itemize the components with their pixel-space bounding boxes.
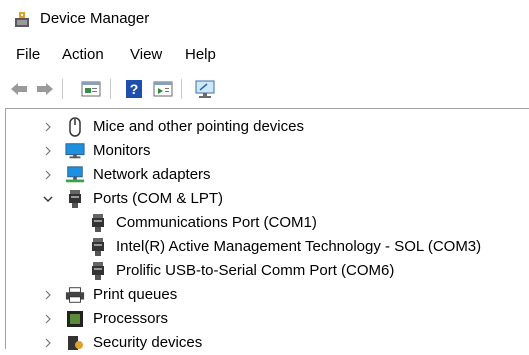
toolbar-separator: [181, 79, 182, 99]
tree-child-com1[interactable]: Communications Port (COM1): [88, 211, 317, 235]
tree-item-print-queues[interactable]: Print queues: [42, 283, 177, 307]
tree-item-label: Monitors: [93, 142, 151, 159]
tree-item-network-adapters[interactable]: Network adapters: [42, 163, 211, 187]
chevron-down-icon[interactable]: [42, 193, 54, 205]
tree-item-label: Security devices: [93, 334, 203, 351]
chevron-right-icon[interactable]: [42, 337, 54, 349]
toolbar: ?: [0, 74, 529, 106]
tree-item-label: Intel(R) Active Management Technology - …: [116, 238, 482, 255]
port-icon: [88, 213, 108, 233]
window-title: Device Manager: [40, 10, 150, 27]
port-icon: [65, 189, 85, 209]
device-tree: Mice and other pointing devices Monitors…: [5, 108, 529, 351]
svg-text:?: ?: [130, 81, 139, 97]
menu-help[interactable]: Help: [183, 44, 218, 66]
port-icon: [88, 261, 108, 281]
printer-icon: [65, 285, 85, 305]
mouse-icon: [65, 117, 85, 137]
port-icon: [88, 237, 108, 257]
monitor-icon: [65, 141, 85, 161]
tree-item-ports[interactable]: Ports (COM & LPT): [42, 187, 223, 211]
device-manager-icon: [13, 10, 31, 28]
tree-item-label: Communications Port (COM1): [116, 214, 317, 231]
properties-sheet-icon[interactable]: [80, 78, 102, 100]
chevron-right-icon[interactable]: [42, 145, 54, 157]
tree-item-mice[interactable]: Mice and other pointing devices: [42, 115, 304, 139]
forward-icon[interactable]: [34, 78, 56, 100]
chevron-right-icon[interactable]: [42, 169, 54, 181]
tree-item-monitors[interactable]: Monitors: [42, 139, 151, 163]
menu-view[interactable]: View: [128, 44, 164, 66]
tree-item-security-devices[interactable]: Security devices: [42, 331, 202, 355]
tree-child-com3[interactable]: Intel(R) Active Management Technology - …: [88, 235, 481, 259]
tree-item-label: Mice and other pointing devices: [93, 118, 304, 135]
chevron-right-icon[interactable]: [42, 289, 54, 301]
help-icon[interactable]: ?: [123, 78, 145, 100]
update-driver-icon[interactable]: [152, 78, 174, 100]
toolbar-separator: [110, 79, 111, 99]
tree-item-label: Print queues: [93, 286, 178, 303]
tree-item-label: Network adapters: [93, 166, 211, 183]
security-device-icon: [65, 333, 85, 353]
toolbar-separator: [62, 79, 63, 99]
menu-bar: File Action View Help: [0, 44, 529, 68]
menu-file[interactable]: File: [14, 44, 42, 66]
title-bar: Device Manager: [0, 0, 529, 38]
tree-item-label: Prolific USB-to-Serial Comm Port (COM6): [116, 262, 395, 279]
tree-item-processors[interactable]: Processors: [42, 307, 168, 331]
tree-item-label: Ports (COM & LPT): [93, 190, 224, 207]
scan-monitor-icon[interactable]: [194, 78, 216, 100]
back-icon[interactable]: [8, 78, 30, 100]
tree-child-com6[interactable]: Prolific USB-to-Serial Comm Port (COM6): [88, 259, 394, 283]
chevron-right-icon[interactable]: [42, 121, 54, 133]
menu-action[interactable]: Action: [60, 44, 106, 66]
network-adapter-icon: [65, 165, 85, 185]
chevron-right-icon[interactable]: [42, 313, 54, 325]
tree-item-label: Processors: [93, 310, 169, 327]
processor-icon: [65, 309, 85, 329]
